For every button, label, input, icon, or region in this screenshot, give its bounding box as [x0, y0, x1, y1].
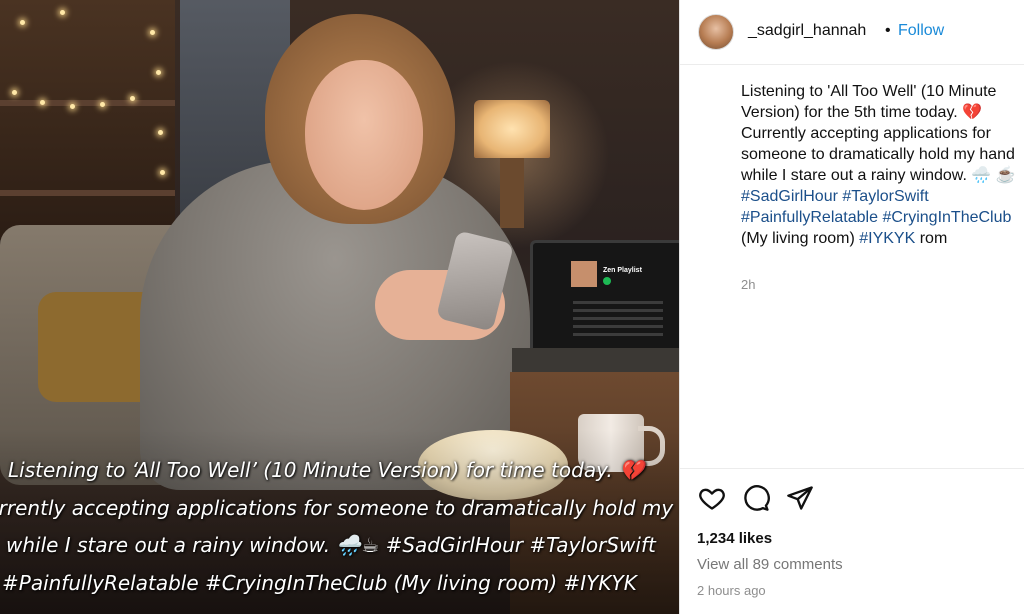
track-row — [573, 317, 663, 320]
fairy-light — [40, 100, 45, 105]
shelf-board — [0, 190, 175, 196]
separator: • — [885, 22, 891, 39]
playlist-cover — [571, 261, 597, 287]
track-row — [573, 301, 663, 304]
fairy-light — [60, 10, 65, 15]
view-comments-link[interactable]: View all 89 comments — [697, 556, 843, 573]
caption-time: 2h — [741, 277, 756, 292]
play-icon — [603, 277, 611, 285]
hashtag[interactable]: #CryingInTheClub — [882, 209, 1011, 226]
caption-text: Listening to 'All Too Well' (10 Minute V… — [741, 83, 1016, 184]
fairy-light — [12, 90, 17, 95]
fairy-light — [160, 170, 165, 175]
image-text-overlay: Listening to ‘All Too Well’ (10 Minute V… — [0, 452, 679, 614]
fairy-light — [130, 96, 135, 101]
shelf-board — [0, 100, 175, 106]
hashtag[interactable]: #TaylorSwift — [842, 188, 928, 205]
avatar[interactable] — [698, 14, 734, 50]
track-row — [573, 325, 663, 328]
laptop-base — [512, 348, 679, 372]
overlay-line: #PainfullyRelatable #CryingInTheClub (My… — [2, 570, 637, 595]
track-row — [573, 333, 663, 336]
divider — [680, 468, 1024, 469]
laptop: Zen Playlist — [530, 240, 679, 354]
hashtag[interactable]: #IYKYK — [859, 230, 915, 247]
heart-icon[interactable] — [698, 484, 726, 512]
bookshelf — [0, 0, 175, 240]
lamp — [474, 100, 550, 158]
fairy-light — [100, 102, 105, 107]
overlay-line: while I stare out a rainy window. 🌧️☕ #S… — [6, 533, 656, 557]
post-image[interactable]: Zen Playlist Listening to ‘All Too Well’… — [0, 0, 679, 614]
post-panel: _sadgirl_hannah • Follow Listening to 'A… — [679, 0, 1024, 614]
caption-text: rom — [915, 230, 948, 247]
caption-text: (My living room) — [741, 230, 860, 247]
person-face — [305, 60, 423, 210]
fairy-light — [156, 70, 161, 75]
overlay-line: Listening to ‘All Too Well’ (10 Minute V… — [8, 458, 644, 482]
like-count[interactable]: 1,234 likes — [697, 530, 772, 547]
hashtag[interactable]: #SadGirlHour — [741, 188, 838, 205]
hashtag[interactable]: #PainfullyRelatable — [741, 209, 878, 226]
post-timestamp: 2 hours ago — [697, 583, 766, 598]
share-icon[interactable] — [786, 484, 814, 512]
playlist-title: Zen Playlist — [603, 267, 642, 274]
follow-button[interactable]: Follow — [898, 22, 944, 40]
post-caption: Listening to 'All Too Well' (10 Minute V… — [741, 81, 1023, 249]
fairy-light — [70, 104, 75, 109]
overlay-line: urrently accepting applications for some… — [0, 495, 679, 520]
lamp-base — [500, 158, 524, 228]
comment-icon[interactable] — [742, 484, 770, 512]
username[interactable]: _sadgirl_hannah — [748, 22, 866, 40]
fairy-light — [158, 130, 163, 135]
track-row — [573, 309, 663, 312]
post-header: _sadgirl_hannah • Follow — [680, 0, 1024, 65]
fairy-light — [150, 30, 155, 35]
fairy-light — [20, 20, 25, 25]
